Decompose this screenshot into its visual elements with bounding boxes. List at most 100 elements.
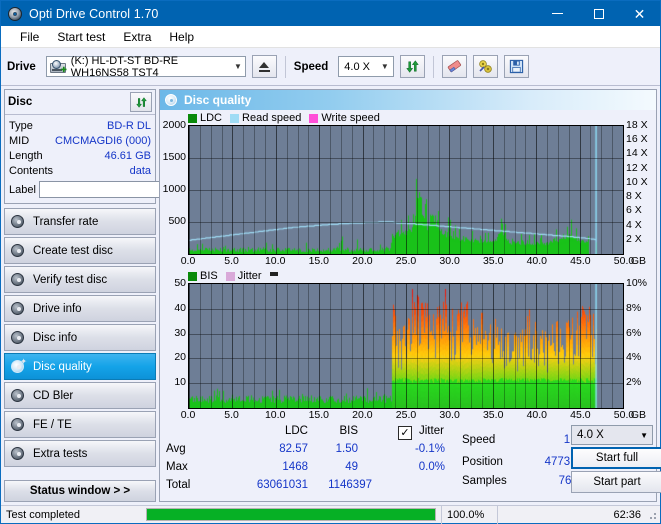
erase-button[interactable] (442, 55, 468, 78)
start-full-button[interactable]: Start full (571, 447, 661, 469)
grid-line (569, 126, 570, 254)
tools-button[interactable] (473, 55, 499, 78)
start-part-button[interactable]: Start part (571, 471, 661, 493)
chart-bis-plot[interactable] (188, 283, 624, 409)
stats-col-ldc: LDC (284, 425, 308, 437)
menu-start-test[interactable]: Start test (48, 28, 114, 46)
x-tick-label: 30.0 (439, 255, 460, 267)
sidebar-item-cd-bler[interactable]: ✦ CD Bler (4, 382, 156, 409)
grid-line (449, 126, 450, 254)
disc-icon: ✦ (10, 241, 27, 259)
y2-tick-label: 2 X (626, 232, 642, 245)
grid-line (439, 126, 440, 254)
save-button[interactable] (504, 55, 530, 78)
sidebar-item-extra-tests[interactable]: ✦ Extra tests (4, 440, 156, 467)
app-window: Opti Drive Control 1.70 ✕ File Start tes… (0, 0, 661, 524)
stats-total-bis: 1146397 (328, 479, 372, 491)
grid-line (384, 126, 385, 254)
grid-line (232, 126, 233, 254)
jitter-avg-value: -0.1% (414, 443, 445, 455)
resize-grip[interactable] (646, 509, 658, 521)
disc-label-caption: Label (9, 183, 36, 196)
y2-tick-label: 10 X (626, 175, 648, 188)
eject-button[interactable] (251, 55, 277, 78)
chart-ldc-plot-wrap: 500 1000 1500 2000 2 X4 X6 X8 X 10 X 12 X 14 X… (162, 119, 654, 255)
grid-line (471, 284, 472, 408)
grid-line (449, 284, 450, 408)
disc-icon: ✦ (10, 357, 27, 375)
menu-file[interactable]: File (11, 28, 48, 46)
disc-icon: ✦ (10, 444, 27, 462)
grid-line (211, 126, 212, 254)
grid-line (558, 126, 559, 254)
grid-line (265, 126, 266, 254)
menu-extra[interactable]: Extra (114, 28, 160, 46)
sidebar-item-disc-quality[interactable]: ✦ Disc quality (4, 353, 156, 380)
menu-bar: File Start test Extra Help (1, 26, 660, 48)
maximize-button[interactable] (578, 1, 619, 26)
eject-icon (258, 61, 269, 68)
main-panel: Disc quality LDC Read speed Write speed (159, 89, 661, 502)
test-speed-select[interactable]: 4.0 X ▼ (571, 425, 653, 445)
grid-line (493, 284, 494, 408)
chart-ldc-plot[interactable] (188, 125, 624, 255)
disc-type-value: BD-R DL (106, 119, 151, 132)
grid-line (200, 284, 201, 408)
disc-icon: ✦ (10, 299, 27, 317)
x-tick-label: 15.0 (308, 409, 330, 421)
disc-mid-label: MID (9, 134, 30, 147)
grid-line (341, 126, 342, 254)
grid-line (341, 284, 342, 408)
drive-select[interactable]: ✚ (K:) HL-DT-ST BD-RE WH16NS58 TST4 ▼ (45, 55, 246, 79)
disc-row-type: Type BD-R DL (9, 118, 151, 133)
grid-line (515, 284, 516, 408)
sidebar-item-transfer-rate[interactable]: ✦ Transfer rate (4, 208, 156, 235)
x-axis-unit: GB (630, 255, 646, 267)
stats-total-ldc: 63061031 (256, 479, 308, 491)
x-tick-label: 20.0 (352, 409, 373, 421)
sidebar-item-label: Disc info (33, 331, 78, 344)
disc-contents-label: Contents (9, 164, 54, 177)
window-title: Opti Drive Control 1.70 (29, 6, 159, 21)
grid-line (417, 284, 418, 408)
grid-line (547, 284, 548, 408)
speed-select[interactable]: 4.0 X ▼ (338, 56, 395, 77)
disc-info-panel: Disc Type BD-R DL MID CMCMAGDI6 (000) Le… (4, 89, 205, 204)
refresh-icon (406, 60, 419, 73)
menu-help[interactable]: Help (160, 28, 203, 46)
grid-line (558, 284, 559, 408)
legend-swatch-ldc (188, 113, 197, 123)
sidebar-item-disc-info[interactable]: ✦ Disc info (4, 324, 156, 351)
speed-label: Speed (293, 60, 329, 73)
grid-line (460, 126, 461, 254)
y2-tick-label: 16 X (626, 133, 648, 146)
sidebar-item-drive-info[interactable]: ✦ Drive info (4, 295, 156, 322)
chevron-down-icon: ▼ (640, 430, 648, 440)
speed-stat-label: Speed (462, 434, 496, 446)
status-window-button[interactable]: Status window > > (4, 480, 156, 502)
grid-line (330, 284, 331, 408)
grid-line (515, 126, 516, 254)
sidebar-item-create-test-disc[interactable]: ✦ Create test disc (4, 237, 156, 264)
sidebar-item-fe-te[interactable]: ✦ FE / TE (4, 411, 156, 438)
grid-line (395, 126, 396, 254)
progress-bar (141, 506, 441, 524)
refresh-button[interactable] (400, 55, 426, 78)
disc-type-label: Type (9, 119, 33, 132)
x-tick-label: 0.0 (180, 255, 196, 267)
disc-refresh-button[interactable] (130, 92, 152, 112)
jitter-checkbox[interactable]: ✓ (398, 426, 412, 440)
legend-label-read-speed: Read speed (242, 112, 302, 124)
grid-line (439, 284, 440, 408)
sidebar-item-verify-test-disc[interactable]: ✦ Verify test disc (4, 266, 156, 293)
close-button[interactable]: ✕ (619, 1, 660, 26)
nav-list: ✦ Transfer rate ✦ Create test disc ✦ Ver… (4, 208, 156, 467)
grid-line (308, 284, 309, 408)
disc-mid-value: CMCMAGDI6 (000) (55, 134, 151, 147)
grid-line (265, 284, 266, 408)
stats-avg-ldc: 82.57 (279, 443, 308, 455)
grid-line (232, 284, 233, 408)
page-title: Disc quality (184, 93, 252, 107)
legend-swatch-write-speed (309, 113, 319, 123)
minimize-button[interactable] (537, 1, 578, 26)
